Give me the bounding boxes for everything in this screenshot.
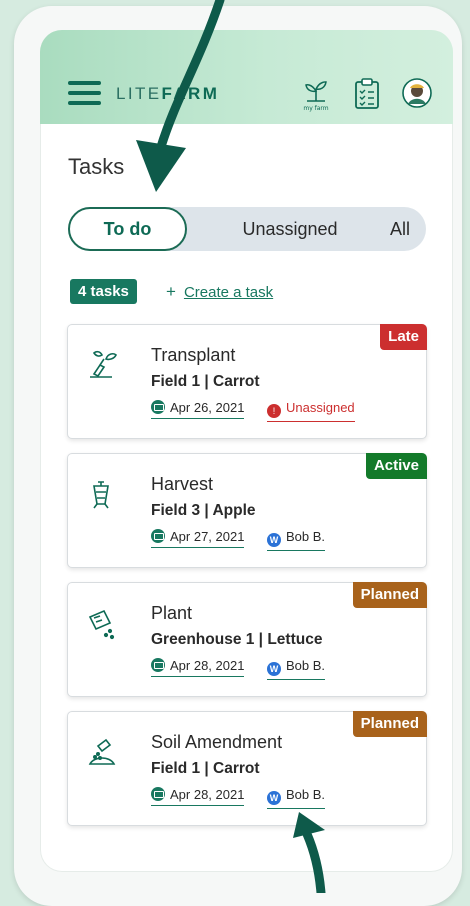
- transplant-icon: [84, 347, 120, 383]
- my-farm-icon[interactable]: my farm: [303, 77, 329, 113]
- status-badge: Late: [380, 324, 427, 350]
- tab-unassigned[interactable]: Unassigned: [234, 207, 346, 251]
- status-badge: Planned: [352, 711, 427, 737]
- menu-icon[interactable]: [68, 81, 101, 105]
- create-task-link[interactable]: + Create a task: [166, 282, 273, 302]
- task-card[interactable]: Active Harvest Field 3 | Apple Apr 27, 2…: [67, 453, 427, 568]
- calendar-icon: [151, 787, 165, 801]
- task-name: Plant: [151, 603, 193, 623]
- assignee-chip[interactable]: W Bob B.: [267, 787, 326, 809]
- assignee-chip[interactable]: W Bob B.: [267, 658, 326, 680]
- task-name: Harvest: [151, 474, 214, 494]
- calendar-icon: [151, 529, 165, 543]
- status-badge: Planned: [352, 582, 427, 608]
- due-date-chip[interactable]: Apr 28, 2021: [151, 658, 245, 677]
- task-name: Transplant: [151, 345, 236, 365]
- task-filter-tabs: To do Unassigned All: [68, 207, 426, 251]
- user-avatar-icon: W: [267, 791, 281, 805]
- page-title: Tasks: [68, 154, 125, 179]
- task-location: Field 1 | Carrot: [151, 373, 260, 390]
- task-location: Greenhouse 1 | Lettuce: [151, 631, 323, 648]
- assignee-chip[interactable]: W Bob B.: [267, 529, 326, 551]
- unassigned-user-icon: !: [267, 404, 281, 418]
- task-card[interactable]: Late Transplant Field 1 | Carrot Apr 26,…: [67, 324, 427, 439]
- top-bar: LITEFARM my farm: [40, 30, 453, 124]
- phone-frame: LITEFARM my farm Tasks To do Unassigned …: [14, 6, 462, 906]
- due-date-chip[interactable]: Apr 27, 2021: [151, 529, 245, 548]
- profile-avatar-icon[interactable]: [402, 78, 432, 108]
- task-card[interactable]: Planned Plant Greenhouse 1 | Lettuce Apr…: [67, 582, 427, 697]
- task-location: Field 3 | Apple: [151, 502, 256, 519]
- plant-seed-icon: [84, 605, 120, 641]
- harvest-icon: [84, 476, 120, 512]
- calendar-icon: [151, 658, 165, 672]
- svg-text:my farm: my farm: [303, 105, 328, 112]
- user-avatar-icon: W: [267, 662, 281, 676]
- task-name: Soil Amendment: [151, 732, 283, 752]
- due-date-chip[interactable]: Apr 28, 2021: [151, 787, 245, 806]
- status-badge: Active: [365, 453, 427, 479]
- soil-amendment-icon: [84, 734, 120, 770]
- plus-icon: +: [166, 282, 176, 301]
- user-avatar-icon: W: [267, 533, 281, 547]
- task-card[interactable]: Planned Soil Amendment Field 1 | Carrot …: [67, 711, 427, 826]
- task-count-badge: 4 tasks: [70, 279, 137, 304]
- assignee-chip[interactable]: ! Unassigned: [267, 400, 355, 422]
- tab-all[interactable]: All: [380, 207, 420, 251]
- app-screen: LITEFARM my farm Tasks To do Unassigned …: [40, 30, 453, 872]
- due-date-chip[interactable]: Apr 26, 2021: [151, 400, 245, 419]
- calendar-icon: [151, 400, 165, 414]
- app-logo: LITEFARM: [116, 84, 220, 103]
- tab-to-do[interactable]: To do: [68, 207, 187, 251]
- clipboard-icon[interactable]: [354, 78, 380, 110]
- task-location: Field 1 | Carrot: [151, 760, 260, 777]
